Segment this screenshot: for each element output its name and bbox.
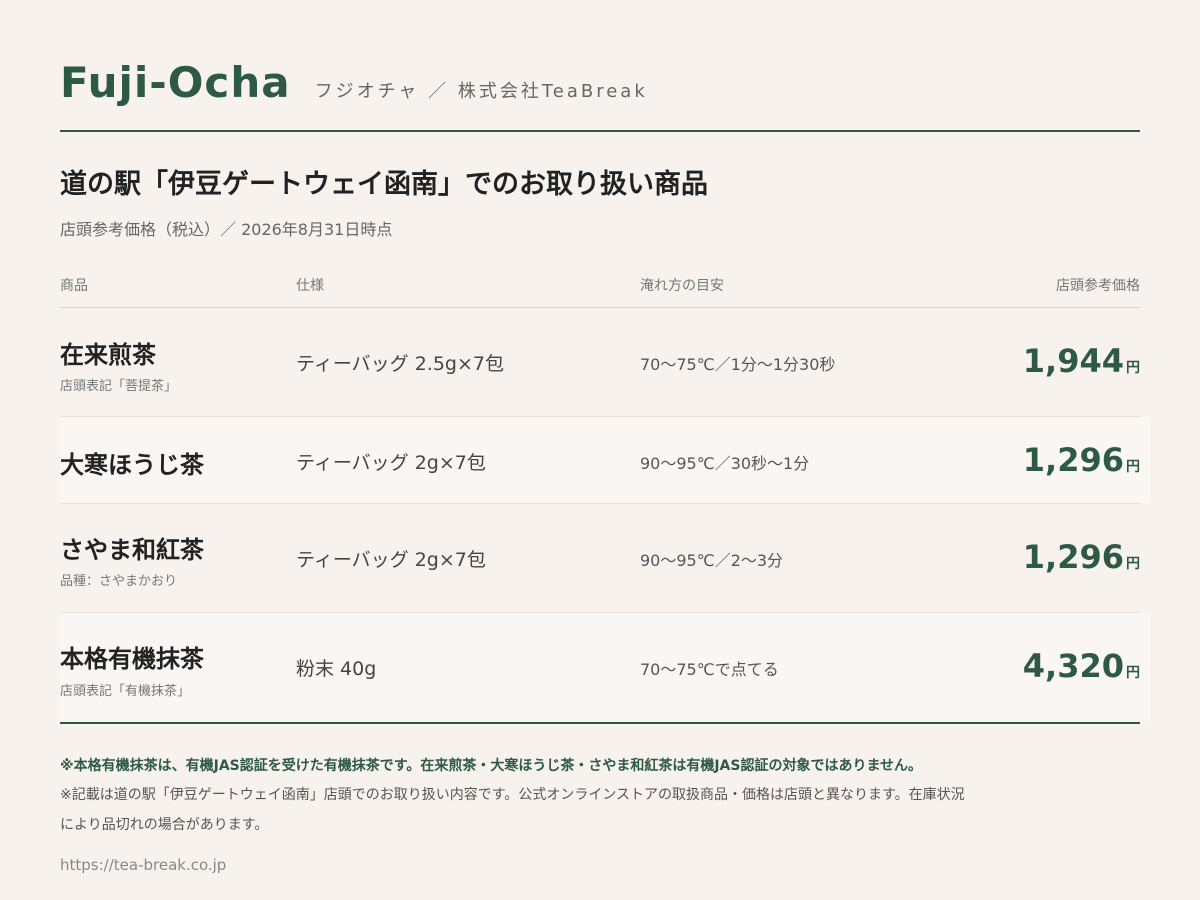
footnote-store-line1: ※記載は道の駅「伊豆ゲートウェイ函南」店頭でのお取り扱い内容です。公式オンライン… <box>60 787 965 803</box>
page-subtitle: 店頭参考価格（税込）／ 2026年8月31日時点 <box>60 220 393 239</box>
brand-name: Fuji-Ocha <box>60 58 291 107</box>
price-unit: 円 <box>1126 360 1140 376</box>
product-spec: ティーバッグ 2.5g×7包 <box>296 353 504 375</box>
website-url: https://tea-break.co.jp <box>60 856 227 874</box>
product-name: さやま和紅茶 <box>60 536 204 564</box>
table-row: 大寒ほうじ茶 ティーバッグ 2g×7包 90〜95℃／30秒〜1分 1,296 円 <box>60 417 1150 503</box>
product-price: 1,296 円 <box>1023 441 1140 479</box>
product-note: 品種：さやまかおり <box>60 574 178 589</box>
product-name: 大寒ほうじ茶 <box>60 451 204 479</box>
bottom-divider <box>60 722 1140 724</box>
table-row: さやま和紅茶 品種：さやまかおり ティーバッグ 2g×7包 90〜95℃／2〜3… <box>60 504 1150 612</box>
column-header-brew: 淹れ方の目安 <box>640 278 724 294</box>
price-unit: 円 <box>1126 459 1140 475</box>
column-header-product: 商品 <box>60 278 88 294</box>
footnotes: ※本格有機抹茶は、有機JAS認証を受けた有機抹茶です。在来煎茶・大寒ほうじ茶・さ… <box>60 752 1150 840</box>
footnote-organic: ※本格有機抹茶は、有機JAS認証を受けた有機抹茶です。在来煎茶・大寒ほうじ茶・さ… <box>60 758 923 774</box>
price-value: 1,296 <box>1022 538 1124 576</box>
product-brew: 70〜75℃／1分〜1分30秒 <box>640 355 836 374</box>
product-brew: 90〜95℃／30秒〜1分 <box>640 454 810 473</box>
top-divider <box>60 130 1140 132</box>
table-row: 本格有機抹茶 店頭表記「有機抹茶」 粉末 40g 70〜75℃で点てる 4,32… <box>60 613 1150 721</box>
product-note: 店頭表記「菩提茶」 <box>60 379 178 394</box>
product-brew: 70〜75℃で点てる <box>640 660 779 679</box>
product-price: 1,944 円 <box>1023 342 1140 380</box>
brand-subtitle: フジオチャ ／ 株式会社TeaBreak <box>314 81 648 102</box>
brand-header: Fuji-Ocha フジオチャ ／ 株式会社TeaBreak <box>60 58 648 107</box>
price-unit: 円 <box>1126 665 1140 681</box>
product-spec: ティーバッグ 2g×7包 <box>296 549 486 571</box>
product-price: 4,320 円 <box>1023 647 1140 685</box>
product-price: 1,296 円 <box>1023 538 1140 576</box>
price-value: 1,944 <box>1022 342 1124 380</box>
product-note: 店頭表記「有機抹茶」 <box>60 684 191 699</box>
product-brew: 90〜95℃／2〜3分 <box>640 551 784 570</box>
footnote-store-line2: により品切れの場合があります。 <box>60 817 269 833</box>
table-row: 在来煎茶 店頭表記「菩提茶」 ティーバッグ 2.5g×7包 70〜75℃／1分〜… <box>60 308 1150 416</box>
product-name: 在来煎茶 <box>60 341 156 369</box>
price-unit: 円 <box>1126 556 1140 572</box>
page-title: 道の駅「伊豆ゲートウェイ函南」でのお取り扱い商品 <box>60 169 708 200</box>
price-sheet: Fuji-Ocha フジオチャ ／ 株式会社TeaBreak 道の駅「伊豆ゲート… <box>0 0 1200 900</box>
price-value: 1,296 <box>1022 441 1124 479</box>
price-value: 4,320 <box>1022 647 1124 685</box>
column-header-price: 店頭参考価格 <box>1056 278 1140 294</box>
column-header-spec: 仕様 <box>296 278 324 294</box>
product-spec: ティーバッグ 2g×7包 <box>296 452 486 474</box>
product-name: 本格有機抹茶 <box>60 645 204 673</box>
product-spec: 粉末 40g <box>296 658 377 680</box>
